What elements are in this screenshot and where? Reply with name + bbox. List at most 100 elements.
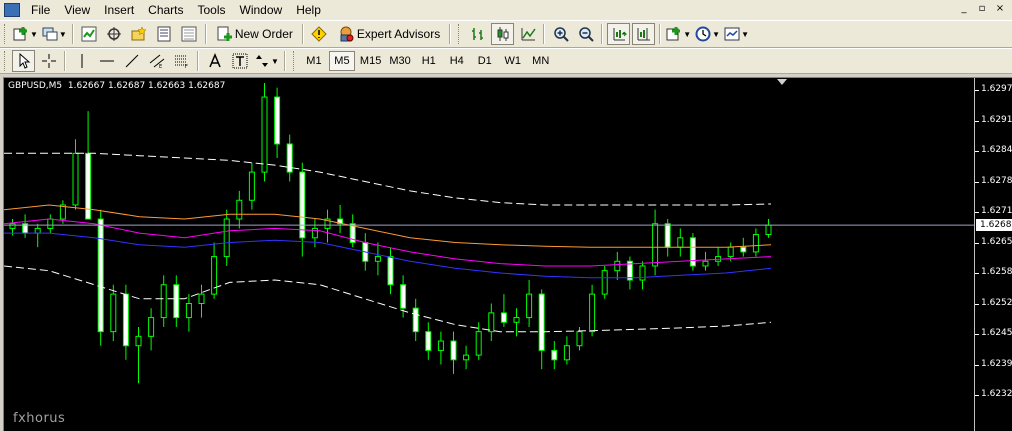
price-tick-mark [975,273,979,274]
bar-chart-button[interactable] [466,23,489,45]
svg-text:E: E [159,64,162,69]
candle-body [274,96,281,145]
timeframe-m5[interactable]: M5 [328,51,355,71]
templates-button[interactable]: ▼ [723,23,750,45]
horizontal-line-icon [99,60,114,62]
timeframe-h4[interactable]: H4 [444,51,470,71]
zoom-out-button[interactable] [574,23,597,45]
price-tick-mark [975,181,979,183]
candle-body [72,152,79,206]
menu-file[interactable]: File [24,0,57,20]
channel-icon: E [149,54,164,69]
price-tick-label: 1.62585 [981,267,1012,277]
indicators-button[interactable]: ▼ [665,23,692,45]
menu-view[interactable]: View [57,0,97,20]
crosshair-icon [41,54,56,68]
zoom-out-icon [578,27,594,42]
market-watch-button[interactable] [78,23,101,45]
new-chart-button[interactable]: ▼ [12,23,39,45]
terminal-button[interactable] [153,23,176,45]
chart-window[interactable]: GBPUSD,M5 1.62667 1.62687 1.62663 1.6268… [3,77,1012,431]
data-window-button[interactable] [103,23,126,45]
zoom-in-button[interactable] [549,23,572,45]
expert-advisors-label: Expert Advisors [356,27,441,41]
candle-body [563,345,570,361]
line-chart-icon [521,28,536,41]
timeframe-h1[interactable]: H1 [416,51,442,71]
menu-charts[interactable]: Charts [141,0,190,20]
candle-body [135,335,142,347]
profiles-button[interactable]: ▼ [41,23,68,45]
candlestick-chart-button[interactable] [491,23,515,45]
candle-body [727,246,734,258]
arrows-button[interactable]: ▼ [253,50,280,72]
timeframe-m30[interactable]: M30 [386,51,413,71]
equidistant-channel-button[interactable]: E [145,50,168,72]
new-order-button[interactable]: New Order [211,23,298,45]
candle-body [97,218,104,333]
candle-body [374,256,381,262]
fibonacci-button[interactable]: F [170,50,193,72]
candle-body [589,293,596,333]
price-tick-mark [975,364,979,366]
app-icon[interactable] [4,3,20,17]
options-button[interactable] [308,23,331,45]
price-chart-plot[interactable] [4,78,974,431]
envelope-line [4,152,772,206]
menu-tools[interactable]: Tools [191,0,233,20]
close-button[interactable]: × [992,2,1008,16]
text-label-button[interactable] [228,50,251,72]
chart-shift-marker[interactable] [777,79,787,85]
chart-shift-button[interactable] [632,23,656,45]
candlestick-icon [497,27,509,41]
menu-insert[interactable]: Insert [97,0,141,20]
periods-button[interactable]: ▼ [694,23,721,45]
crosshair-tool-button[interactable] [37,50,60,72]
clock-icon [695,26,711,42]
expert-advisors-icon [340,26,354,42]
toolbar-separator [659,24,662,44]
candle-body [236,199,243,220]
toolbar-grip[interactable] [458,24,461,44]
crosshair-icon [107,27,122,41]
timeframe-mn[interactable]: MN [528,51,554,71]
line-chart-button[interactable] [516,23,539,45]
toolbar-separator [204,24,207,44]
candle-body [311,227,318,239]
expert-advisors-button[interactable]: Expert Advisors [333,23,445,45]
candle-body [488,312,495,333]
auto-scroll-button[interactable] [607,23,631,45]
candle-body [173,284,180,319]
price-tick-label: 1.62520 [981,297,1012,308]
strategy-tester-button[interactable] [178,23,201,45]
vertical-line-button[interactable] [70,50,93,72]
candle-body [34,227,41,234]
price-axis[interactable]: 1.62975 1.62910 1.62845 1.62780 1.62715 1.626… [974,78,1012,431]
price-tick-mark [975,212,979,213]
navigator-button[interactable] [128,23,151,45]
toolbar-grip[interactable] [4,24,7,44]
minimize-button[interactable]: _ [956,2,972,16]
chevron-down-icon: ▼ [683,29,692,39]
toolbar-grip[interactable] [292,51,296,71]
horizontal-line-button[interactable] [95,50,118,72]
price-tick-label: 1.62325 [981,389,1012,399]
text-tool-button[interactable] [203,50,226,72]
candle-body [9,223,16,229]
toolbar-grip[interactable] [4,51,7,71]
menu-window[interactable]: Window [233,0,290,20]
timeframe-d1[interactable]: D1 [472,51,498,71]
cursor-tool-button[interactable] [12,50,35,72]
timeframe-m1[interactable]: M1 [301,51,327,71]
new-order-icon [217,26,232,41]
restore-button[interactable]: ▫ [974,2,990,16]
candle-body [425,331,432,351]
trendline-button[interactable] [120,50,143,72]
toolbar-separator [64,51,66,71]
timeframe-m15[interactable]: M15 [357,51,384,71]
timeframe-w1[interactable]: W1 [500,51,526,71]
trendline-icon [125,54,138,68]
menu-help[interactable]: Help [289,0,328,20]
toolbar-separator [301,24,304,44]
candle-body [148,317,155,337]
